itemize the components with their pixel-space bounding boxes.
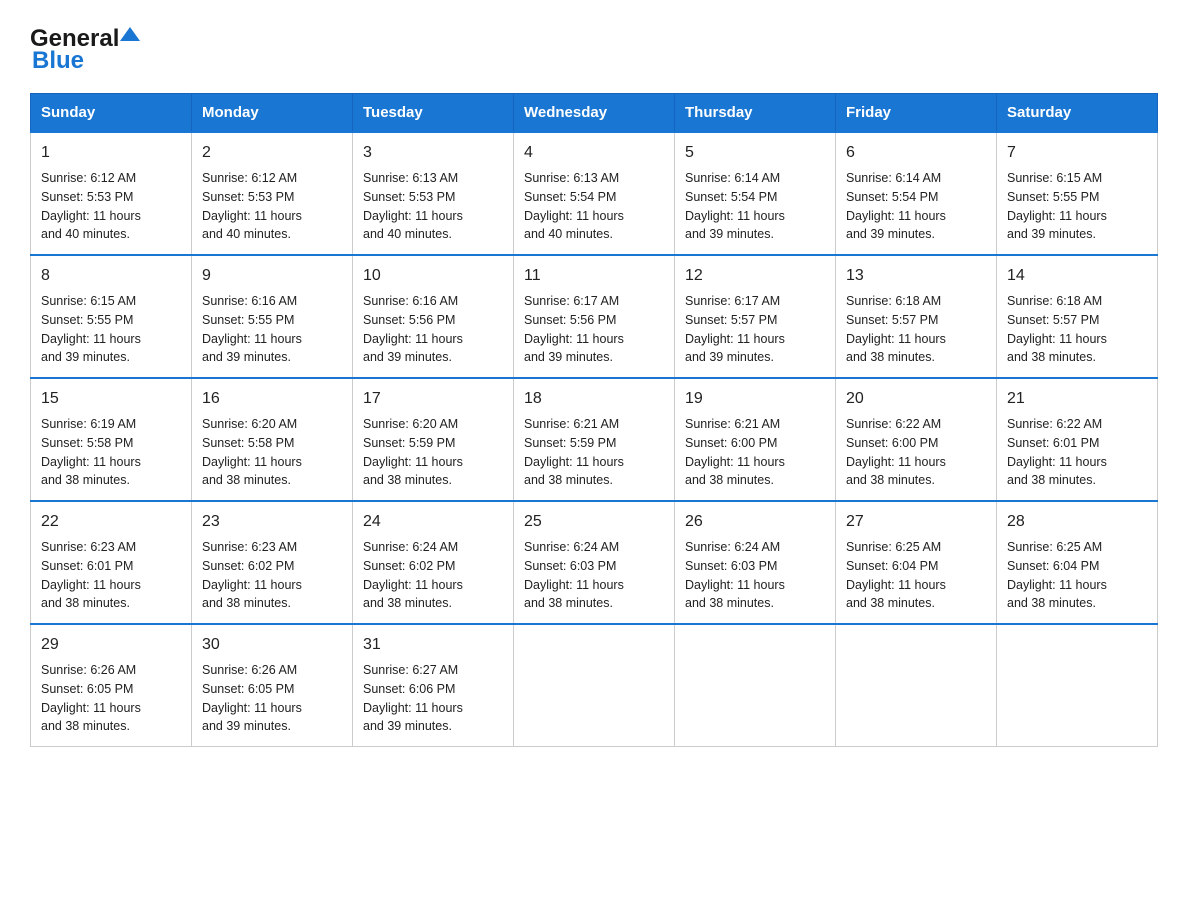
calendar-cell: 31Sunrise: 6:27 AMSunset: 6:06 PMDayligh… bbox=[353, 624, 514, 747]
day-number: 31 bbox=[363, 633, 503, 657]
calendar-table: SundayMondayTuesdayWednesdayThursdayFrid… bbox=[30, 93, 1158, 747]
day-number: 28 bbox=[1007, 510, 1147, 534]
calendar-header-sunday: Sunday bbox=[31, 94, 192, 133]
day-number: 23 bbox=[202, 510, 342, 534]
calendar-cell: 18Sunrise: 6:21 AMSunset: 5:59 PMDayligh… bbox=[514, 378, 675, 501]
calendar-cell: 8Sunrise: 6:15 AMSunset: 5:55 PMDaylight… bbox=[31, 255, 192, 378]
day-number: 21 bbox=[1007, 387, 1147, 411]
calendar-cell: 9Sunrise: 6:16 AMSunset: 5:55 PMDaylight… bbox=[192, 255, 353, 378]
day-number: 12 bbox=[685, 264, 825, 288]
calendar-cell: 27Sunrise: 6:25 AMSunset: 6:04 PMDayligh… bbox=[836, 501, 997, 624]
calendar-header-row: SundayMondayTuesdayWednesdayThursdayFrid… bbox=[31, 94, 1158, 133]
calendar-cell: 22Sunrise: 6:23 AMSunset: 6:01 PMDayligh… bbox=[31, 501, 192, 624]
calendar-header-thursday: Thursday bbox=[675, 94, 836, 133]
calendar-cell: 6Sunrise: 6:14 AMSunset: 5:54 PMDaylight… bbox=[836, 132, 997, 255]
day-number: 30 bbox=[202, 633, 342, 657]
calendar-cell bbox=[836, 624, 997, 747]
calendar-cell bbox=[514, 624, 675, 747]
day-number: 24 bbox=[363, 510, 503, 534]
day-number: 1 bbox=[41, 141, 181, 165]
logo-blue-part: Blue bbox=[32, 47, 84, 74]
day-number: 4 bbox=[524, 141, 664, 165]
calendar-week-row: 29Sunrise: 6:26 AMSunset: 6:05 PMDayligh… bbox=[31, 624, 1158, 747]
day-number: 19 bbox=[685, 387, 825, 411]
day-number: 9 bbox=[202, 264, 342, 288]
day-number: 25 bbox=[524, 510, 664, 534]
day-number: 8 bbox=[41, 264, 181, 288]
logo: General Blue bbox=[30, 20, 141, 75]
calendar-cell: 4Sunrise: 6:13 AMSunset: 5:54 PMDaylight… bbox=[514, 132, 675, 255]
calendar-cell: 1Sunrise: 6:12 AMSunset: 5:53 PMDaylight… bbox=[31, 132, 192, 255]
day-number: 15 bbox=[41, 387, 181, 411]
calendar-cell: 21Sunrise: 6:22 AMSunset: 6:01 PMDayligh… bbox=[997, 378, 1158, 501]
day-number: 17 bbox=[363, 387, 503, 411]
calendar-cell: 26Sunrise: 6:24 AMSunset: 6:03 PMDayligh… bbox=[675, 501, 836, 624]
calendar-cell: 15Sunrise: 6:19 AMSunset: 5:58 PMDayligh… bbox=[31, 378, 192, 501]
day-number: 11 bbox=[524, 264, 664, 288]
calendar-cell: 2Sunrise: 6:12 AMSunset: 5:53 PMDaylight… bbox=[192, 132, 353, 255]
day-number: 2 bbox=[202, 141, 342, 165]
day-number: 3 bbox=[363, 141, 503, 165]
calendar-cell: 5Sunrise: 6:14 AMSunset: 5:54 PMDaylight… bbox=[675, 132, 836, 255]
calendar-cell: 25Sunrise: 6:24 AMSunset: 6:03 PMDayligh… bbox=[514, 501, 675, 624]
day-number: 18 bbox=[524, 387, 664, 411]
calendar-cell: 7Sunrise: 6:15 AMSunset: 5:55 PMDaylight… bbox=[997, 132, 1158, 255]
calendar-cell: 11Sunrise: 6:17 AMSunset: 5:56 PMDayligh… bbox=[514, 255, 675, 378]
calendar-cell: 13Sunrise: 6:18 AMSunset: 5:57 PMDayligh… bbox=[836, 255, 997, 378]
calendar-cell: 24Sunrise: 6:24 AMSunset: 6:02 PMDayligh… bbox=[353, 501, 514, 624]
day-number: 5 bbox=[685, 141, 825, 165]
calendar-cell: 17Sunrise: 6:20 AMSunset: 5:59 PMDayligh… bbox=[353, 378, 514, 501]
day-number: 27 bbox=[846, 510, 986, 534]
logo-triangle-icon bbox=[120, 27, 140, 41]
day-number: 14 bbox=[1007, 264, 1147, 288]
calendar-header-monday: Monday bbox=[192, 94, 353, 133]
calendar-cell: 3Sunrise: 6:13 AMSunset: 5:53 PMDaylight… bbox=[353, 132, 514, 255]
calendar-cell bbox=[675, 624, 836, 747]
calendar-cell: 30Sunrise: 6:26 AMSunset: 6:05 PMDayligh… bbox=[192, 624, 353, 747]
day-number: 10 bbox=[363, 264, 503, 288]
calendar-cell: 16Sunrise: 6:20 AMSunset: 5:58 PMDayligh… bbox=[192, 378, 353, 501]
day-number: 26 bbox=[685, 510, 825, 534]
calendar-cell: 14Sunrise: 6:18 AMSunset: 5:57 PMDayligh… bbox=[997, 255, 1158, 378]
calendar-cell: 20Sunrise: 6:22 AMSunset: 6:00 PMDayligh… bbox=[836, 378, 997, 501]
day-number: 29 bbox=[41, 633, 181, 657]
calendar-cell: 10Sunrise: 6:16 AMSunset: 5:56 PMDayligh… bbox=[353, 255, 514, 378]
calendar-cell: 12Sunrise: 6:17 AMSunset: 5:57 PMDayligh… bbox=[675, 255, 836, 378]
day-number: 22 bbox=[41, 510, 181, 534]
calendar-cell: 28Sunrise: 6:25 AMSunset: 6:04 PMDayligh… bbox=[997, 501, 1158, 624]
calendar-week-row: 15Sunrise: 6:19 AMSunset: 5:58 PMDayligh… bbox=[31, 378, 1158, 501]
calendar-header-tuesday: Tuesday bbox=[353, 94, 514, 133]
calendar-cell: 23Sunrise: 6:23 AMSunset: 6:02 PMDayligh… bbox=[192, 501, 353, 624]
page-header: General Blue bbox=[30, 20, 1158, 75]
calendar-cell: 29Sunrise: 6:26 AMSunset: 6:05 PMDayligh… bbox=[31, 624, 192, 747]
day-number: 6 bbox=[846, 141, 986, 165]
calendar-week-row: 1Sunrise: 6:12 AMSunset: 5:53 PMDaylight… bbox=[31, 132, 1158, 255]
day-number: 20 bbox=[846, 387, 986, 411]
calendar-week-row: 22Sunrise: 6:23 AMSunset: 6:01 PMDayligh… bbox=[31, 501, 1158, 624]
day-number: 7 bbox=[1007, 141, 1147, 165]
calendar-cell: 19Sunrise: 6:21 AMSunset: 6:00 PMDayligh… bbox=[675, 378, 836, 501]
calendar-header-wednesday: Wednesday bbox=[514, 94, 675, 133]
day-number: 16 bbox=[202, 387, 342, 411]
calendar-header-saturday: Saturday bbox=[997, 94, 1158, 133]
calendar-header-friday: Friday bbox=[836, 94, 997, 133]
calendar-week-row: 8Sunrise: 6:15 AMSunset: 5:55 PMDaylight… bbox=[31, 255, 1158, 378]
calendar-cell bbox=[997, 624, 1158, 747]
day-number: 13 bbox=[846, 264, 986, 288]
